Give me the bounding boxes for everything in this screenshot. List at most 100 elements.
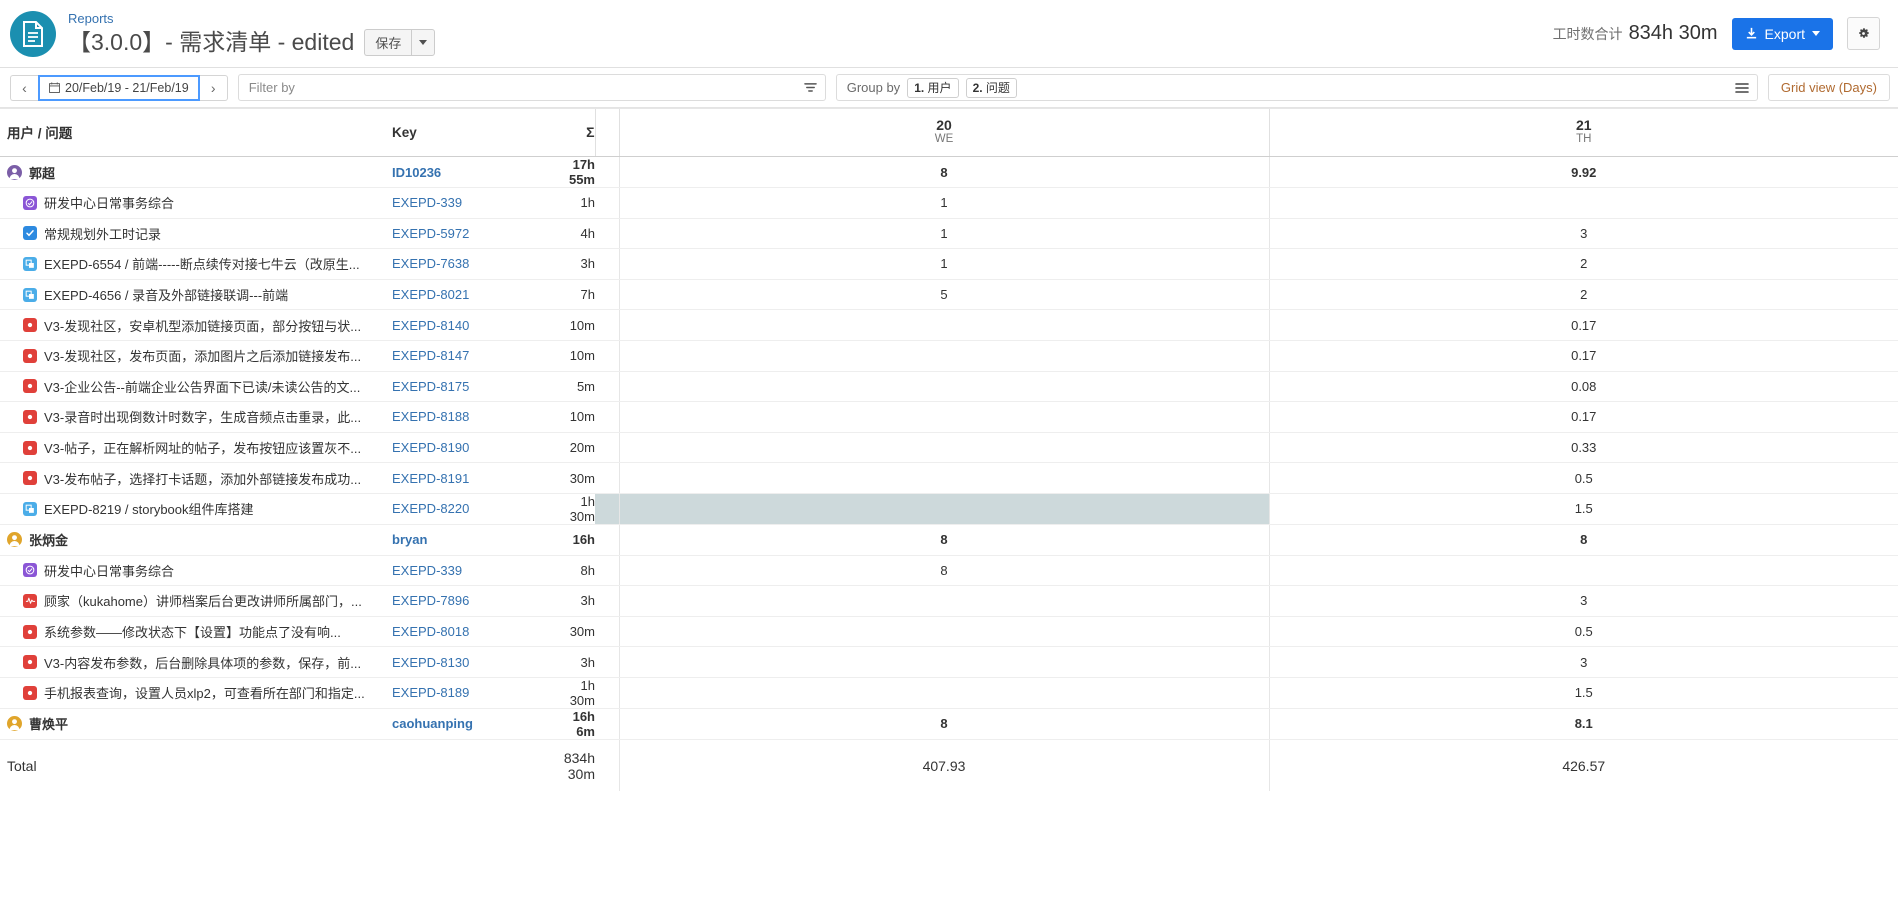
filter-input[interactable]: Filter by bbox=[237, 74, 826, 101]
hamburger-icon[interactable] bbox=[1735, 82, 1749, 94]
table-row[interactable]: EXEPD-6554 / 前端-----断点续传对接七牛云（改原生... EXEP… bbox=[0, 248, 1898, 280]
row-sum-cell: 1h bbox=[562, 187, 595, 219]
issue-key-link[interactable]: EXEPD-339 bbox=[392, 563, 462, 578]
user-group-row[interactable]: 曹焕平 caohuanping 16h 6m 8 8.1 bbox=[0, 708, 1898, 740]
chevron-down-icon bbox=[1812, 31, 1820, 36]
row-day-21-cell[interactable]: 2 bbox=[1268, 279, 1898, 311]
issue-key-link[interactable]: EXEPD-8220 bbox=[392, 501, 469, 516]
issue-key-link[interactable]: EXEPD-8140 bbox=[392, 318, 469, 333]
row-day-21-cell[interactable]: 1.5 bbox=[1268, 677, 1898, 709]
table-row[interactable]: V3-录音时出现倒数计时数字，生成音频点击重录，此... EXEPD-8188 10… bbox=[0, 401, 1898, 433]
table-header-row: 用户 / 问题 Key Σ 20 WE 21 TH bbox=[0, 108, 1898, 157]
column-header-name[interactable]: 用户 / 问题 bbox=[0, 108, 392, 157]
column-header-day-21[interactable]: 21 TH bbox=[1268, 108, 1898, 157]
row-day-20-cell[interactable]: 1 bbox=[618, 218, 1269, 250]
issue-key-link[interactable]: EXEPD-8130 bbox=[392, 655, 469, 670]
user-group-row[interactable]: 张炳金 bryan 16h 8 8 bbox=[0, 524, 1898, 556]
row-day-21-cell[interactable]: 0.17 bbox=[1268, 401, 1898, 433]
next-period-button[interactable]: › bbox=[199, 74, 228, 101]
table-row[interactable]: V3-发现社区，安卓机型添加链接页面，部分按钮与状... EXEPD-8140 10… bbox=[0, 309, 1898, 341]
row-day-21-cell[interactable]: 8.1 bbox=[1268, 708, 1898, 740]
issue-key-link[interactable]: EXEPD-8190 bbox=[392, 440, 469, 455]
row-day-20-cell[interactable]: 8 bbox=[618, 708, 1269, 740]
row-day-20-cell[interactable]: 8 bbox=[618, 555, 1269, 587]
row-day-20-cell[interactable]: 5 bbox=[618, 279, 1269, 311]
issue-key-link[interactable]: EXEPD-339 bbox=[392, 195, 462, 210]
table-row[interactable]: V3-企业公告--前端企业公告界面下已读/未读公告的文... EXEPD-8175… bbox=[0, 371, 1898, 403]
issue-key-link[interactable]: caohuanping bbox=[392, 716, 473, 731]
settings-button[interactable] bbox=[1847, 17, 1880, 50]
row-day-21-cell[interactable]: 0.5 bbox=[1268, 462, 1898, 494]
table-row[interactable]: 常规规划外工时记录 EXEPD-5972 4h 1 3 bbox=[0, 218, 1898, 250]
row-day-20-cell[interactable] bbox=[618, 493, 1269, 525]
row-day-20-cell[interactable] bbox=[618, 616, 1269, 648]
issue-key-link[interactable]: EXEPD-8147 bbox=[392, 348, 469, 363]
row-day-21-cell[interactable] bbox=[1268, 555, 1898, 587]
table-row[interactable]: V3-发现社区，发布页面，添加图片之后添加链接发布... EXEPD-8147 10… bbox=[0, 340, 1898, 372]
funnel-icon[interactable] bbox=[803, 82, 817, 94]
save-dropdown-button[interactable] bbox=[411, 28, 436, 56]
row-day-20-cell[interactable] bbox=[618, 585, 1269, 617]
grid-view-toggle[interactable]: Grid view (Days) bbox=[1767, 74, 1890, 101]
issue-key-link[interactable]: EXEPD-5972 bbox=[392, 226, 469, 241]
row-day-21-cell[interactable]: 0.08 bbox=[1268, 371, 1898, 403]
row-day-20-cell[interactable] bbox=[618, 340, 1269, 372]
issue-key-link[interactable]: EXEPD-7896 bbox=[392, 593, 469, 608]
row-day-20-cell[interactable] bbox=[618, 401, 1269, 433]
row-day-21-cell[interactable]: 9.92 bbox=[1268, 156, 1898, 188]
issue-key-link[interactable]: EXEPD-8175 bbox=[392, 379, 469, 394]
row-day-20-cell[interactable] bbox=[618, 309, 1269, 341]
issue-key-link[interactable]: EXEPD-8191 bbox=[392, 471, 469, 486]
group-by-chip-2[interactable]: 2. 问题 bbox=[965, 77, 1017, 98]
row-day-21-cell[interactable]: 0.33 bbox=[1268, 432, 1898, 464]
issue-key-link[interactable]: EXEPD-8189 bbox=[392, 685, 469, 700]
total-day-20: 407.93 bbox=[618, 738, 1269, 791]
row-day-20-cell[interactable]: 8 bbox=[618, 524, 1269, 556]
row-day-20-cell[interactable] bbox=[618, 646, 1269, 678]
row-day-20-cell[interactable] bbox=[618, 677, 1269, 709]
row-day-20-cell[interactable] bbox=[618, 371, 1269, 403]
row-day-21-cell[interactable]: 0.17 bbox=[1268, 309, 1898, 341]
issue-key-link[interactable]: EXEPD-8018 bbox=[392, 624, 469, 639]
table-row[interactable]: V3-发布帖子，选择打卡话题，添加外部链接发布成功... EXEPD-8191 30… bbox=[0, 462, 1898, 494]
table-row[interactable]: V3-内容发布参数，后台删除具体项的参数，保存，前... EXEPD-8130 3h… bbox=[0, 646, 1898, 678]
row-day-20-cell[interactable] bbox=[618, 462, 1269, 494]
row-day-21-cell[interactable]: 2 bbox=[1268, 248, 1898, 280]
column-header-key[interactable]: Key bbox=[392, 108, 562, 157]
previous-period-button[interactable]: ‹ bbox=[10, 74, 38, 101]
issue-key-link[interactable]: EXEPD-8188 bbox=[392, 409, 469, 424]
table-row[interactable]: V3-帖子，正在解析网址的帖子，发布按钮应该置灰不... EXEPD-8190 20… bbox=[0, 432, 1898, 464]
save-button[interactable]: 保存 bbox=[364, 28, 412, 56]
row-day-21-cell[interactable] bbox=[1268, 187, 1898, 219]
column-header-day-20[interactable]: 20 WE bbox=[618, 108, 1269, 157]
row-day-20-cell[interactable] bbox=[618, 432, 1269, 464]
breadcrumb[interactable]: Reports bbox=[68, 11, 435, 27]
table-row[interactable]: 研发中心日常事务综合 EXEPD-339 8h 8 bbox=[0, 555, 1898, 587]
issue-key-link[interactable]: ID10236 bbox=[392, 165, 441, 180]
table-row[interactable]: EXEPD-4656 / 录音及外部链接联调---前端 EXEPD-8021 7h 5… bbox=[0, 279, 1898, 311]
row-day-21-cell[interactable]: 3 bbox=[1268, 218, 1898, 250]
row-day-21-cell[interactable]: 8 bbox=[1268, 524, 1898, 556]
table-row[interactable]: EXEPD-8219 / storybook组件库搭建 EXEPD-8220 1h … bbox=[0, 493, 1898, 525]
issue-key-link[interactable]: EXEPD-8021 bbox=[392, 287, 469, 302]
table-row[interactable]: 手机报表查询，设置人员xlp2，可查看所在部门和指定... EXEPD-8189 1… bbox=[0, 677, 1898, 709]
date-range-picker[interactable]: 20/Feb/19 - 21/Feb/19 bbox=[38, 74, 200, 101]
column-header-sum[interactable]: Σ bbox=[562, 108, 595, 157]
group-by-chip-1[interactable]: 1. 用户 bbox=[907, 77, 959, 98]
row-day-20-cell[interactable]: 1 bbox=[618, 187, 1269, 219]
row-day-20-cell[interactable]: 1 bbox=[618, 248, 1269, 280]
table-row[interactable]: 系统参数——修改状态下【设置】功能点了没有响... EXEPD-8018 30m 0.… bbox=[0, 616, 1898, 648]
issue-key-link[interactable]: bryan bbox=[392, 532, 427, 547]
export-button[interactable]: Export bbox=[1731, 17, 1833, 50]
table-row[interactable]: 顾家（kukahome）讲师档案后台更改讲师所属部门，... EXEPD-7896… bbox=[0, 585, 1898, 617]
row-day-21-cell[interactable]: 3 bbox=[1268, 646, 1898, 678]
issue-key-link[interactable]: EXEPD-7638 bbox=[392, 256, 469, 271]
table-row[interactable]: 研发中心日常事务综合 EXEPD-339 1h 1 bbox=[0, 187, 1898, 219]
row-day-20-cell[interactable]: 8 bbox=[618, 156, 1269, 188]
group-by-control[interactable]: Group by 1. 用户 2. 问题 bbox=[835, 74, 1758, 101]
row-day-21-cell[interactable]: 3 bbox=[1268, 585, 1898, 617]
row-day-21-cell[interactable]: 1.5 bbox=[1268, 493, 1898, 525]
user-group-row[interactable]: 郭超 ID10236 17h 55m 8 9.92 bbox=[0, 156, 1898, 188]
row-day-21-cell[interactable]: 0.17 bbox=[1268, 340, 1898, 372]
row-day-21-cell[interactable]: 0.5 bbox=[1268, 616, 1898, 648]
